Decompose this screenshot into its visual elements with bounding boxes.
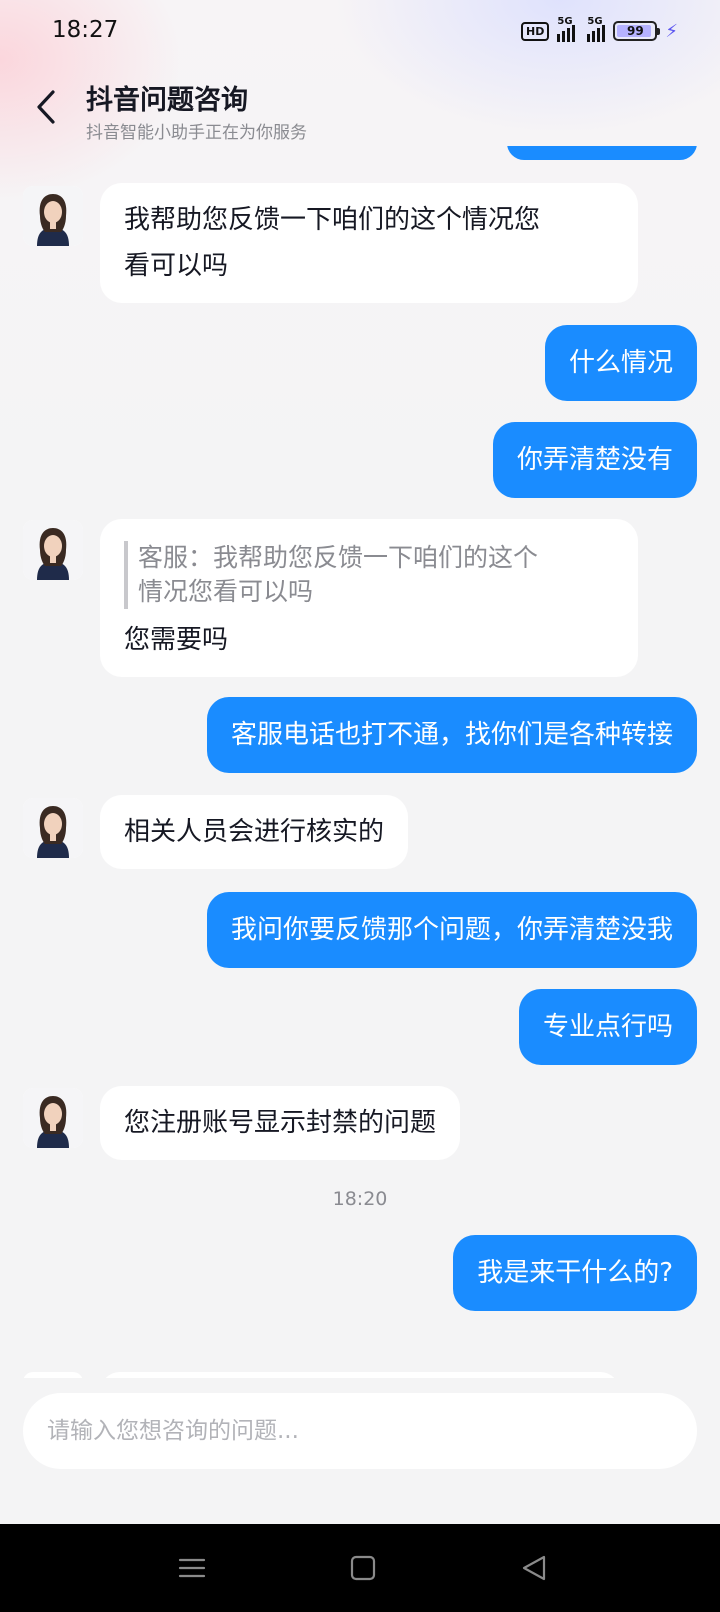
signal-icon-2: 5G (587, 16, 606, 42)
chevron-left-icon (37, 90, 55, 124)
status-bar: 18:27 HD 5G 5G 99 ⚡ (0, 0, 720, 66)
message-bubble-user: 专业点行吗 (518, 989, 697, 1065)
system-back-button[interactable] (512, 1546, 556, 1590)
triangle-back-icon (522, 1555, 546, 1581)
home-icon (350, 1555, 376, 1581)
message-timestamp: 18:20 (332, 1188, 388, 1210)
message-bubble-bot: 相关人员会进行核实的 (100, 795, 409, 869)
charging-icon: ⚡ (665, 20, 678, 42)
status-icons: HD 5G 5G 99 ⚡ (521, 16, 678, 42)
page-title: 抖音问题咨询 (86, 85, 248, 116)
message-bubble-user: 我是来干什么的? (453, 1235, 697, 1311)
battery-icon: 99 (613, 21, 661, 41)
message-bubble-user: 客服电话也打不通，找你们是各种转接 (206, 697, 697, 773)
message-bubble-user: 你弄清楚没有 (492, 422, 697, 498)
signal-icon-1: 5G (557, 16, 576, 42)
page-subtitle: 抖音智能小助手正在为你服务 (86, 123, 307, 143)
message-bubble-user-partial (507, 146, 697, 160)
menu-icon (178, 1558, 206, 1578)
quoted-message: 客服：我帮助您反馈一下咱们的这个 情况您看可以吗 (124, 541, 614, 609)
agent-avatar-icon (23, 1088, 83, 1148)
chat-header: 抖音问题咨询 抖音智能小助手正在为你服务 (0, 66, 720, 146)
recent-apps-button[interactable] (170, 1546, 214, 1590)
status-time: 18:27 (52, 17, 119, 43)
agent-avatar-icon (23, 186, 83, 246)
message-input[interactable] (23, 1393, 697, 1469)
message-bubble-bot: 您注册账号显示封禁的问题 (100, 1086, 461, 1160)
message-bubble-user: 什么情况 (544, 325, 697, 401)
message-bubble-bot-with-quote: 客服：我帮助您反馈一下咱们的这个 情况您看可以吗 您需要吗 (100, 519, 638, 677)
message-bubble-user: 我问你要反馈那个问题，你弄清楚没我 (206, 892, 697, 968)
back-button[interactable] (28, 84, 64, 130)
avatar (23, 1088, 83, 1148)
avatar (23, 798, 83, 858)
agent-avatar-icon (23, 798, 83, 858)
avatar (23, 186, 83, 246)
agent-avatar-icon (23, 520, 83, 580)
home-button[interactable] (341, 1546, 385, 1590)
avatar-partial (23, 1372, 83, 1378)
avatar (23, 520, 83, 580)
hd-voice-icon: HD (521, 21, 550, 41)
message-input-container (23, 1393, 697, 1469)
system-navigation-bar (0, 1524, 720, 1612)
chat-message-list[interactable]: 我帮助您反馈一下咱们的这个情况您 看可以吗 什么情况 你弄清楚没有 客服：我帮助… (0, 146, 720, 1378)
message-bubble-bot-partial (100, 1372, 620, 1378)
message-bubble-bot: 我帮助您反馈一下咱们的这个情况您 看可以吗 (100, 183, 638, 303)
